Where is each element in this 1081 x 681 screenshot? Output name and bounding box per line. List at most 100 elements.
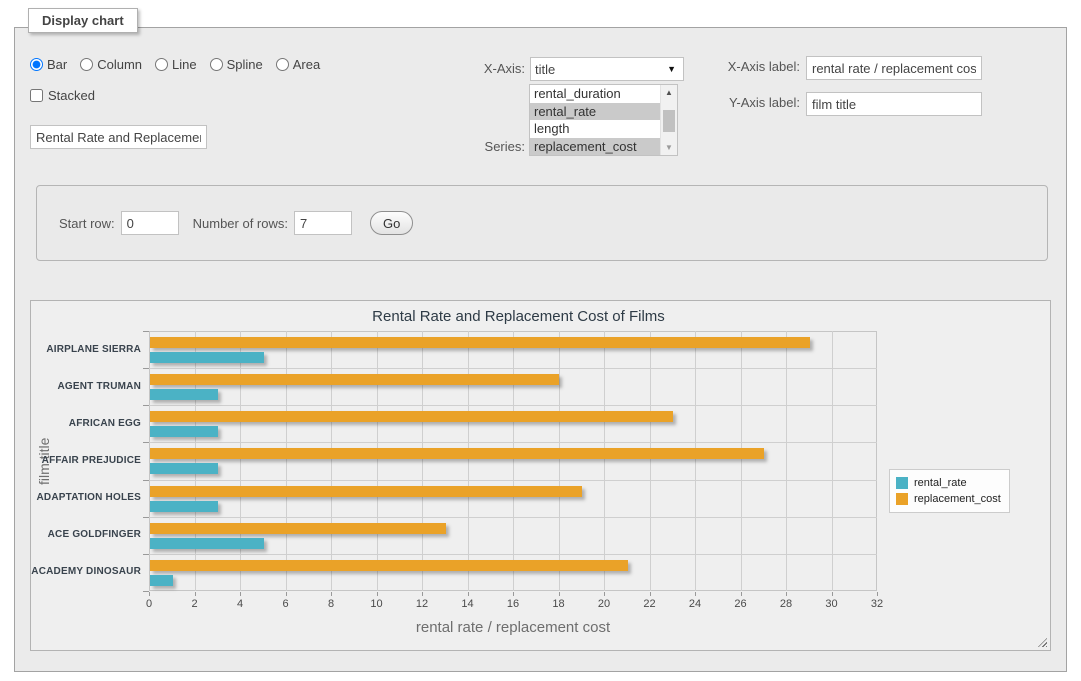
x-axis-tick xyxy=(559,592,560,596)
x-axis-tick xyxy=(695,592,696,596)
x-axis-tick xyxy=(468,592,469,596)
chart-legend: rental_rate replacement_cost xyxy=(889,469,1010,513)
chart-title: Rental Rate and Replacement Cost of Film… xyxy=(31,308,1006,325)
category-label: AFRICAN EGG xyxy=(31,418,141,429)
chart-type-radio-group: Bar Column Line Spline Area xyxy=(30,57,320,72)
chart-container: Rental Rate and Replacement Cost of Film… xyxy=(30,300,1051,651)
radio-area-label: Area xyxy=(293,57,320,72)
series-option-replacement-cost[interactable]: replacement_cost xyxy=(530,138,660,156)
scrollbar-thumb[interactable] xyxy=(663,110,675,132)
series-listbox[interactable]: rental_duration rental_rate length repla… xyxy=(529,84,678,156)
series-option-length[interactable]: length xyxy=(530,120,660,138)
gridline-vertical xyxy=(422,331,423,591)
scroll-up-icon[interactable]: ▲ xyxy=(661,85,677,100)
gridline-vertical xyxy=(513,331,514,591)
rows-panel: Start row: Number of rows: Go xyxy=(36,185,1048,261)
radio-column-label: Column xyxy=(97,57,142,72)
x-tick-label: 30 xyxy=(817,598,847,610)
x-axis-label-input[interactable] xyxy=(806,56,982,80)
bar-replacement_cost xyxy=(150,374,559,385)
radio-bar-label: Bar xyxy=(47,57,67,72)
radio-spline[interactable]: Spline xyxy=(210,57,263,72)
chart-resize-handle[interactable] xyxy=(1038,638,1047,647)
bar-replacement_cost xyxy=(150,486,582,497)
x-tick-label: 10 xyxy=(362,598,392,610)
y-axis-tick xyxy=(143,554,149,555)
scrollbar-track[interactable] xyxy=(661,100,677,140)
scroll-down-icon[interactable]: ▼ xyxy=(661,140,677,155)
category-label: AFFAIR PREJUDICE xyxy=(31,455,141,466)
stacked-checkbox[interactable] xyxy=(30,89,43,102)
radio-line[interactable]: Line xyxy=(155,57,197,72)
radio-line-label: Line xyxy=(172,57,197,72)
gridline-vertical xyxy=(240,331,241,591)
num-rows-input[interactable] xyxy=(294,211,352,235)
series-options: rental_duration rental_rate length repla… xyxy=(530,85,660,155)
gridline-vertical xyxy=(195,331,196,591)
y-axis-tick xyxy=(143,480,149,481)
legend-item-rental-rate: rental_rate xyxy=(896,475,1001,491)
x-axis-tick xyxy=(513,592,514,596)
radio-area[interactable]: Area xyxy=(276,57,320,72)
page: Display chart Bar Column Line Spline Are… xyxy=(0,0,1081,681)
category-label: AIRPLANE SIERRA xyxy=(31,344,141,355)
radio-bar[interactable]: Bar xyxy=(30,57,67,72)
radio-spline-input[interactable] xyxy=(210,58,223,71)
radio-line-input[interactable] xyxy=(155,58,168,71)
gridline-vertical xyxy=(468,331,469,591)
x-axis-tick xyxy=(786,592,787,596)
x-axis-tick xyxy=(240,592,241,596)
series-option-rental-duration[interactable]: rental_duration xyxy=(530,85,660,103)
gridline-vertical xyxy=(695,331,696,591)
bar-replacement_cost xyxy=(150,560,628,571)
start-row-label: Start row: xyxy=(59,216,115,231)
y-axis-tick xyxy=(143,517,149,518)
series-scrollbar[interactable]: ▲ ▼ xyxy=(660,85,677,155)
radio-spline-label: Spline xyxy=(227,57,263,72)
y-axis-tick xyxy=(143,368,149,369)
radio-column[interactable]: Column xyxy=(80,57,142,72)
y-axis-label-input[interactable] xyxy=(806,92,982,116)
rows-panel-inner: Start row: Number of rows: Go xyxy=(59,186,413,260)
bar-rental_rate xyxy=(150,575,173,586)
start-row-input[interactable] xyxy=(121,211,179,235)
go-button[interactable]: Go xyxy=(370,211,413,235)
radio-column-input[interactable] xyxy=(80,58,93,71)
bar-rental_rate xyxy=(150,426,218,437)
x-axis-select[interactable]: title xyxy=(530,57,684,81)
gridline-vertical xyxy=(604,331,605,591)
x-axis-tick xyxy=(149,592,150,596)
x-tick-label: 32 xyxy=(862,598,892,610)
x-tick-label: 22 xyxy=(635,598,665,610)
x-axis-tick xyxy=(286,592,287,596)
category-label: ACE GOLDFINGER xyxy=(31,529,141,540)
gridline-vertical xyxy=(650,331,651,591)
gridline-vertical xyxy=(331,331,332,591)
stacked-label: Stacked xyxy=(48,88,95,103)
bar-rental_rate xyxy=(150,463,218,474)
gridline-vertical xyxy=(741,331,742,591)
x-axis-title: rental rate / replacement cost xyxy=(149,619,877,636)
gridline-horizontal xyxy=(149,405,877,406)
radio-bar-input[interactable] xyxy=(30,58,43,71)
x-tick-label: 6 xyxy=(271,598,301,610)
gridline-horizontal xyxy=(149,368,877,369)
x-tick-label: 20 xyxy=(589,598,619,610)
gridline-horizontal xyxy=(149,442,877,443)
x-axis-tick xyxy=(604,592,605,596)
bar-replacement_cost xyxy=(150,448,764,459)
category-label: AGENT TRUMAN xyxy=(31,381,141,392)
x-axis-label-field-label: X-Axis label: xyxy=(714,59,800,74)
bar-rental_rate xyxy=(150,538,264,549)
x-tick-label: 16 xyxy=(498,598,528,610)
gridline-horizontal xyxy=(149,480,877,481)
radio-area-input[interactable] xyxy=(276,58,289,71)
x-tick-label: 14 xyxy=(453,598,483,610)
bar-replacement_cost xyxy=(150,523,446,534)
chart-title-input[interactable] xyxy=(30,125,207,149)
bar-replacement_cost xyxy=(150,337,810,348)
legend-label-replacement-cost: replacement_cost xyxy=(914,493,1001,505)
category-label: ACADEMY DINOSAUR xyxy=(31,566,141,577)
bar-replacement_cost xyxy=(150,411,673,422)
series-option-rental-rate[interactable]: rental_rate xyxy=(530,103,660,121)
